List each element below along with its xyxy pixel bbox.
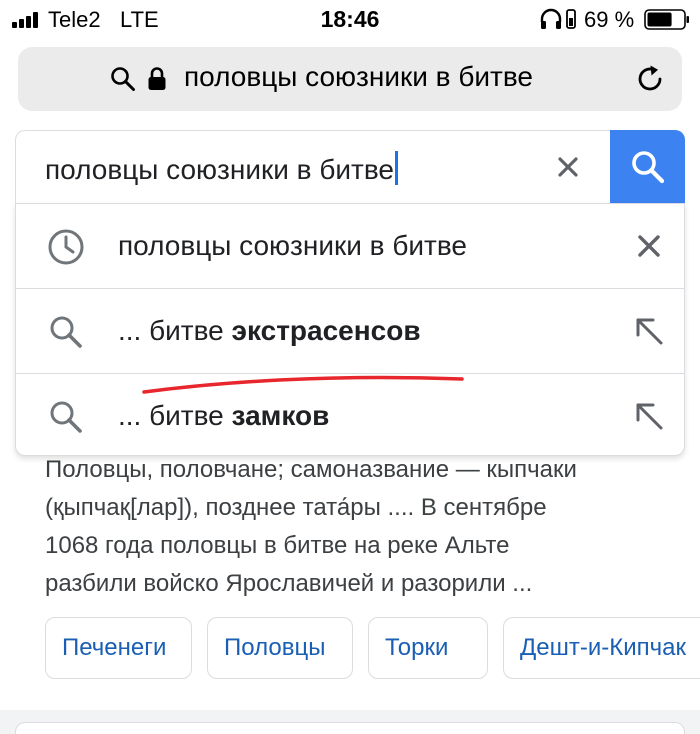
arrow-up-left-icon[interactable]: [631, 398, 667, 434]
suggestion-prefix: половцы союзники в битве: [118, 230, 467, 261]
suggestion-text: половцы союзники в битве: [118, 230, 467, 262]
history-icon: [48, 229, 84, 265]
search-icon: [50, 401, 82, 433]
headphones-icon: [540, 8, 562, 29]
lock-rotation-icon: [566, 9, 576, 29]
snippet-line: 1068 года половцы в битве на реке Альте: [45, 532, 510, 559]
snippet-line: (қыпчақ[лар]), позднее тата́ры .... В се…: [45, 494, 547, 521]
suggestion-prefix: ... битве: [118, 315, 232, 346]
address-bar[interactable]: половцы союзники в битве: [18, 47, 682, 111]
chip-torki[interactable]: Торки: [368, 617, 488, 679]
search-input[interactable]: половцы союзники в битве: [45, 151, 398, 186]
address-text[interactable]: половцы союзники в битве: [184, 61, 533, 93]
battery-icon: [644, 9, 689, 30]
chip-pechenegi[interactable]: Печенеги: [45, 617, 192, 679]
reload-icon[interactable]: [635, 63, 667, 95]
status-bar: Tele2 LTE 18:46 69 %: [0, 0, 700, 40]
suggestion-text: ... битве экстрасенсов: [118, 315, 421, 347]
search-icon: [632, 151, 665, 184]
suggestion-item[interactable]: половцы союзники в битве: [16, 204, 684, 289]
arrow-up-left-icon[interactable]: [631, 313, 667, 349]
close-icon[interactable]: [631, 228, 667, 264]
chip-desht-i-kipchak[interactable]: Дешт-и-Кипчак: [503, 617, 700, 679]
text-caret: [394, 151, 398, 185]
chip-polovtsy[interactable]: Половцы: [207, 617, 353, 679]
lock-icon: [148, 67, 166, 90]
suggestion-completion: экстрасенсов: [231, 315, 421, 346]
search-icon: [50, 316, 82, 348]
snippet-line: разбили войско Ярославичей и разорили ..…: [45, 570, 533, 597]
next-result-card: [15, 722, 685, 734]
result-card: Половцы, половчане; самоназвание — кыпча…: [15, 440, 700, 710]
suggestion-item[interactable]: ... битве экстрасенсов: [16, 289, 684, 374]
battery-percent: 69 %: [584, 7, 635, 32]
close-icon[interactable]: [554, 153, 582, 181]
suggestion-completion: замков: [231, 400, 330, 431]
search-box[interactable]: половцы союзники в битве: [15, 130, 685, 203]
search-icon: [111, 67, 135, 91]
related-chips: Печенеги Половцы Торки Дешт-и-Кипчак: [45, 617, 700, 679]
search-submit-button[interactable]: [610, 130, 685, 203]
suggestion-prefix: ... битве: [118, 400, 232, 431]
suggestion-list: половцы союзники в битве ... битве экстр…: [15, 203, 685, 456]
suggestion-text: ... битве замков: [118, 400, 329, 432]
red-underline-annotation: [142, 375, 464, 394]
search-query-text: половцы союзники в битве: [45, 154, 394, 185]
result-snippet: Половцы, половчане; самоназвание — кыпча…: [45, 451, 675, 603]
